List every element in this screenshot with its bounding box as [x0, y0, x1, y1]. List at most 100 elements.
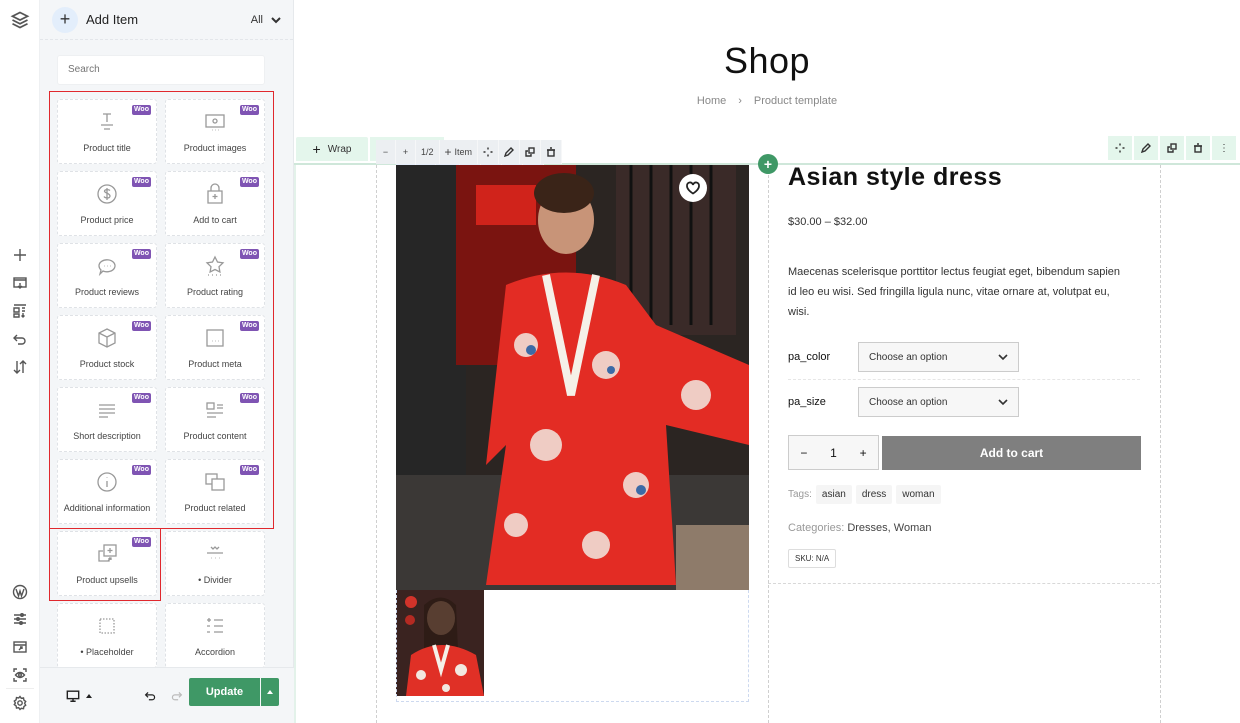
variation-label: pa_size [788, 396, 826, 408]
insert-template-icon[interactable] [8, 271, 32, 295]
meta-icon [206, 329, 224, 347]
item-tile-product-reviews[interactable]: Woo Product reviews [57, 243, 157, 308]
search-input[interactable] [57, 55, 265, 85]
woo-badge: Woo [239, 393, 259, 403]
category-filter-value: All [250, 13, 263, 26]
item-tile-additional-information[interactable]: Woo Additional information [57, 459, 157, 524]
browser-preview-icon[interactable] [8, 635, 32, 659]
trash-icon [1194, 143, 1202, 153]
color-select[interactable]: Choose an option [858, 342, 1019, 372]
summary-outline [768, 583, 1160, 584]
decrease-columns-button[interactable]: − [376, 140, 396, 164]
item-tile-product-rating[interactable]: Woo Product rating [165, 243, 265, 308]
tag-link[interactable]: dress [855, 485, 893, 504]
undo-button[interactable] [138, 682, 162, 710]
item-tile-accordion[interactable]: Accordion [165, 603, 265, 668]
color-select-value: Choose an option [869, 351, 948, 363]
item-tile-product-stock[interactable]: Woo Product stock [57, 315, 157, 380]
plus-icon[interactable] [8, 243, 32, 267]
product-short-description: Maecenas scelerisque porttitor lectus fe… [788, 266, 1121, 318]
move-handle[interactable] [478, 140, 500, 164]
wrap-duplicate-button[interactable] [1160, 136, 1184, 160]
update-button[interactable]: Update [189, 678, 260, 706]
add-wrap-button[interactable]: + Wrap [296, 137, 368, 161]
item-tile-product-meta[interactable]: Woo Product meta [165, 315, 265, 380]
item-tile-label: Product rating [186, 287, 244, 297]
item-tile-label: Accordion [194, 647, 236, 657]
tag-link[interactable]: asian [815, 485, 852, 504]
title-icon [101, 113, 113, 130]
wrap-move-handle[interactable] [1108, 136, 1132, 160]
sort-icon[interactable] [8, 355, 32, 379]
add-to-cart-button[interactable]: Add to cart [882, 436, 1141, 470]
gear-icon[interactable] [8, 691, 32, 715]
edit-button[interactable] [499, 140, 521, 164]
item-tile-product-content[interactable]: Woo Product content [165, 387, 265, 452]
rail-divider [6, 688, 34, 689]
wrap-delete-button[interactable] [1186, 136, 1210, 160]
info-icon [97, 472, 117, 492]
product-main-image[interactable] [396, 165, 749, 590]
undo-history-icon[interactable] [8, 327, 32, 351]
wrap-more-button[interactable] [1212, 136, 1236, 160]
item-tile-placeholder[interactable]: • Placeholder [57, 603, 157, 668]
pencil-icon [504, 147, 515, 157]
item-tile-add-to-cart[interactable]: Woo Add to cart [165, 171, 265, 236]
woo-badge: Woo [239, 105, 259, 115]
duplicate-icon [1167, 143, 1177, 153]
redo-button[interactable] [164, 682, 188, 710]
device-switcher[interactable] [57, 682, 101, 710]
product-tags: Tags: asian dress woman [788, 485, 941, 504]
add-item-label: Add Item [86, 12, 139, 27]
panel-footer: Update [40, 667, 294, 723]
woo-badge: Woo [239, 321, 259, 331]
quantity-input[interactable]: 1 [830, 446, 837, 460]
layers-icon[interactable] [8, 8, 32, 32]
add-item-inline-button[interactable]: + Item [440, 140, 479, 164]
woo-badge: Woo [239, 177, 259, 187]
tag-link[interactable]: woman [896, 485, 941, 504]
sliders-icon[interactable] [8, 607, 32, 631]
item-tile-product-price[interactable]: Woo Product price [57, 171, 157, 236]
breadcrumb-home[interactable]: Home [697, 95, 726, 107]
eye-preview-icon[interactable] [8, 663, 32, 687]
chevron-down-icon [271, 16, 281, 23]
size-select[interactable]: Choose an option [858, 387, 1019, 417]
item-tile-product-title[interactable]: Woo Product title [57, 99, 157, 164]
delete-button[interactable] [541, 140, 563, 164]
move-icon [1115, 143, 1125, 153]
duplicate-button[interactable] [520, 140, 542, 164]
tags-label: Tags: [788, 489, 812, 500]
add-item-button[interactable]: + [52, 6, 78, 33]
product-price: $30.00 – $32.00 [788, 216, 868, 228]
wishlist-button[interactable] [679, 174, 707, 202]
quantity-decrease-button[interactable]: − [800, 446, 807, 460]
desktop-icon [66, 690, 80, 702]
breadcrumb: Home › Product template [294, 95, 1240, 107]
breadcrumb-current: Product template [753, 95, 838, 107]
item-tile-label: • Divider [198, 575, 232, 585]
wordpress-icon[interactable] [8, 580, 32, 604]
update-options-button[interactable] [261, 678, 279, 706]
wrap-label: Wrap [327, 143, 352, 155]
layout-icon[interactable] [8, 299, 32, 323]
variation-row: pa_size Choose an option [788, 382, 1140, 422]
caret-up-icon [267, 690, 273, 694]
item-tile-product-images[interactable]: Woo Product images [165, 99, 265, 164]
add-column-button[interactable]: + [758, 154, 778, 174]
category-filter[interactable]: All [251, 14, 281, 26]
item-tile-divider[interactable]: • Divider [165, 531, 265, 596]
item-tile-product-upsells[interactable]: Woo Product upsells [57, 531, 157, 596]
item-tile-product-related[interactable]: Woo Product related [165, 459, 265, 524]
plus-icon: + [312, 141, 321, 157]
increase-columns-button[interactable]: + [396, 140, 416, 164]
chevron-down-icon [998, 354, 1008, 361]
wrap-edit-button[interactable] [1134, 136, 1158, 160]
item-label: Item [454, 147, 473, 157]
column-guide [768, 165, 769, 723]
item-tile-label: Product upsells [76, 575, 138, 585]
quantity-increase-button[interactable]: + [860, 446, 867, 460]
category-links[interactable]: Dresses, Woman [847, 522, 931, 534]
item-tile-short-description[interactable]: Woo Short description [57, 387, 157, 452]
wrap-left-edge [294, 165, 296, 723]
